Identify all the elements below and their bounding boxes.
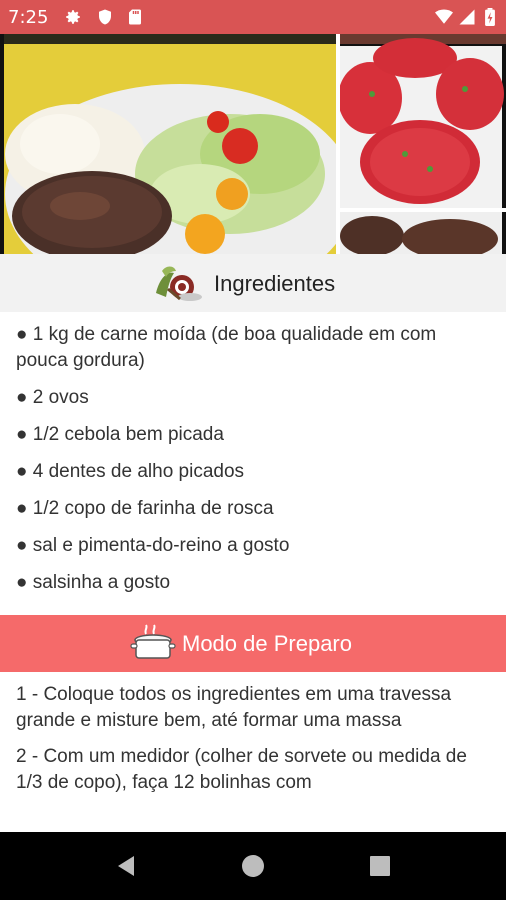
- ingredient-item: ● salsinha a gosto: [16, 572, 171, 593]
- vegetables-icon: [156, 266, 202, 301]
- preparation-step: 1 - Coloque todos os ingredientes em uma…: [16, 684, 452, 731]
- preparation-steps: 1 - Coloque todos os ingredientes em uma…: [0, 672, 506, 832]
- ingredient-item: ● 1 kg de carne moída (de boa qualidade …: [16, 324, 437, 371]
- ingredient-item: ● 1/2 cebola bem picada: [16, 424, 224, 445]
- ingredient-item: ● 1/2 copo de farinha de rosca: [16, 498, 274, 519]
- recents-icon[interactable]: [366, 852, 394, 880]
- battery-icon: [485, 8, 495, 26]
- preparation-title: Modo de Preparo: [182, 631, 352, 656]
- ingredient-item: ● 4 dentes de alho picados: [16, 461, 245, 482]
- ingredient-item: ● 2 ovos: [16, 387, 89, 408]
- meatball-plate-photo: [4, 34, 355, 254]
- wifi-icon: [435, 9, 453, 24]
- navigation-bar: [0, 832, 506, 900]
- ingredients-header: Ingredientes: [0, 254, 506, 312]
- status-time: 7:25: [8, 7, 49, 28]
- preparation-step: 2 - Com um medidor (colher de sorvete ou…: [16, 746, 467, 793]
- cooking-pot-icon: [130, 624, 176, 659]
- back-icon[interactable]: [112, 852, 140, 880]
- preparation-header: Modo de Preparo: [0, 615, 506, 672]
- gear-icon: [66, 10, 80, 24]
- signal-icon: [459, 9, 475, 25]
- raw-burger-patties-photo: [338, 34, 506, 208]
- home-icon[interactable]: [239, 852, 267, 880]
- recipe-hero-images: [0, 34, 506, 254]
- ingredients-list: ● 1 kg de carne moída (de boa qualidade …: [0, 312, 506, 607]
- ingredients-title: Ingredientes: [214, 271, 336, 296]
- sd-card-icon: [129, 9, 141, 25]
- status-bar: 7:25: [0, 0, 506, 34]
- cooked-patties-photo: [340, 212, 502, 254]
- ingredient-item: ● sal e pimenta-do-reino a gosto: [16, 535, 290, 556]
- shield-icon: [99, 9, 111, 25]
